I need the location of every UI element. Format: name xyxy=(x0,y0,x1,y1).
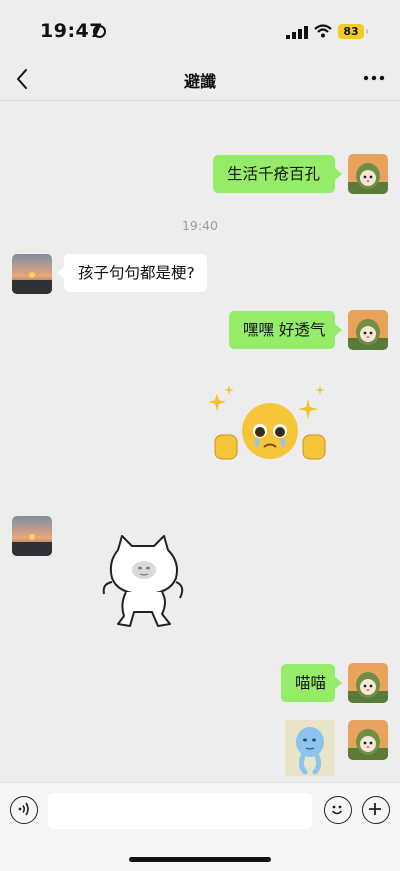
message-bubble-mine[interactable]: 嘿嘿 好透气 xyxy=(229,311,335,349)
emoji-icon[interactable] xyxy=(324,796,352,824)
pleading-face-sparkles-sticker[interactable] xyxy=(205,383,335,468)
status-bar: 19:47 83 xyxy=(0,0,400,58)
bubble-tail xyxy=(335,677,342,689)
battery-level: 83 xyxy=(338,24,364,39)
my-avatar[interactable] xyxy=(348,310,388,350)
my-avatar[interactable] xyxy=(348,720,388,760)
chat-title: 避讖 xyxy=(183,72,216,91)
my-avatar[interactable] xyxy=(348,663,388,703)
more-options-icon[interactable] xyxy=(360,66,388,90)
bubble-tail xyxy=(335,324,342,336)
focus-face-icon xyxy=(93,25,106,38)
battery-cap xyxy=(366,29,368,34)
signal-icon xyxy=(286,26,308,39)
message-bubble-mine[interactable]: 生活千疮百孔 xyxy=(213,155,335,193)
message-bubble-other[interactable]: 孩子句句都是梗? xyxy=(64,254,207,292)
contact-avatar[interactable] xyxy=(12,254,52,294)
plus-icon[interactable] xyxy=(362,796,390,824)
bubble-tail xyxy=(335,168,342,180)
blue-figure-sticker[interactable] xyxy=(285,720,335,776)
message-timestamp: 19:40 xyxy=(181,218,219,233)
bubble-tail xyxy=(57,267,64,279)
my-avatar[interactable] xyxy=(348,154,388,194)
wifi-icon xyxy=(314,24,332,38)
message-input[interactable] xyxy=(48,793,312,829)
home-indicator[interactable] xyxy=(129,857,271,862)
chat-header: 避讖 xyxy=(0,58,400,101)
voice-icon[interactable] xyxy=(10,796,38,824)
contact-avatar[interactable] xyxy=(12,516,52,556)
white-cat-dancing-sticker[interactable] xyxy=(96,532,192,630)
message-bubble-mine[interactable]: 喵喵 xyxy=(281,664,335,702)
